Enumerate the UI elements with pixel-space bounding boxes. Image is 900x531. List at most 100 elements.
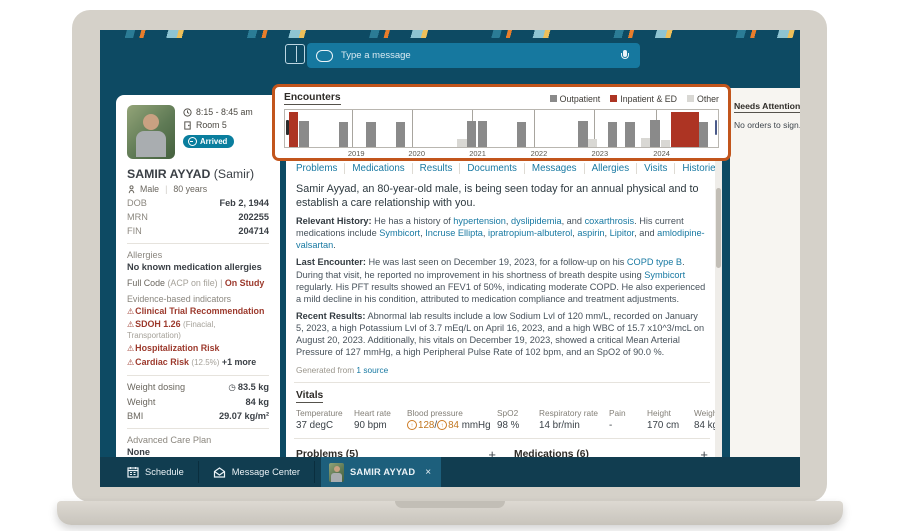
encounter-bar-outpatient[interactable]	[699, 122, 709, 147]
patient-name: SAMIR AYYAD (Samir)	[127, 167, 269, 181]
vital-label: SpO2	[497, 408, 539, 418]
chart-scroll-handle-left[interactable]	[286, 120, 289, 135]
encounters-year-axis: 201920202021202220232024	[284, 149, 719, 159]
app-screen: Type a message 8:15 - 8:45 am Room 5	[100, 30, 800, 487]
encounter-bar-outpatient[interactable]	[517, 122, 527, 147]
microphone-icon[interactable]	[621, 50, 629, 61]
tab-messages[interactable]: Messages	[525, 163, 585, 174]
indicator-text: Clinical Trial Recommendation	[135, 306, 264, 316]
vital-label: Pain	[609, 408, 647, 418]
laptop-base	[57, 501, 843, 525]
evidence-indicator[interactable]: ⚠Cardiac Risk (12.5%) +1 more	[127, 357, 269, 368]
code-status-row: Full Code (ACP on file) | On Study	[127, 278, 269, 288]
patient-age: 80 years	[173, 184, 207, 194]
evidence-indicator[interactable]: ⚠Clinical Trial Recommendation	[127, 306, 269, 317]
encounter-bar-outpatient[interactable]	[366, 122, 376, 147]
encounter-bar-inpatient[interactable]	[671, 112, 698, 147]
inline-link[interactable]: ipratropium-albuterol	[488, 228, 572, 238]
vital-value: 128/84 mmHg	[407, 420, 497, 431]
inline-link[interactable]: dyslipidemia	[511, 216, 562, 226]
indicator-more-link[interactable]: +1 more	[222, 357, 256, 367]
inline-link[interactable]: Lipitor	[610, 228, 635, 238]
envelope-icon	[213, 467, 226, 478]
schedule-button[interactable]: Schedule	[100, 457, 198, 487]
problems-section: Problems (5) + CoxarthrosisThis VisitOng…	[294, 443, 498, 458]
encounter-bar-outpatient[interactable]	[339, 122, 349, 147]
summary-section: Recent Results: Abnormal lab results inc…	[296, 310, 708, 359]
demographic-row: MRN202255	[127, 212, 269, 222]
inline-link[interactable]: Incruse Ellipta	[425, 228, 483, 238]
demographic-label: FIN	[127, 226, 142, 236]
summary-section: Last Encounter: He was last seen on Dece…	[296, 256, 708, 305]
chart-scroll-handle-right[interactable]	[715, 120, 718, 135]
encounter-bar-outpatient[interactable]	[650, 120, 660, 147]
demographic-value: Feb 2, 1944	[219, 198, 269, 208]
needs-attention-title: Needs Attention (0)	[734, 101, 800, 113]
message-input[interactable]: Type a message	[307, 43, 640, 68]
legend-item-inpatient-ed: Inpatient & ED	[610, 94, 677, 104]
evidence-indicator[interactable]: ⚠Hospitalization Risk	[127, 343, 269, 354]
year-label: 2022	[531, 149, 548, 158]
needs-attention-panel: Needs Attention (0) No orders to sign.	[730, 88, 800, 458]
on-study-link[interactable]: On Study	[225, 278, 264, 288]
tab-results[interactable]: Results	[413, 163, 461, 174]
bp-systolic: 128	[418, 420, 434, 431]
legend-swatch	[687, 95, 694, 102]
patient-sex: Male	[140, 184, 159, 194]
high-alert-icon	[407, 420, 417, 430]
scrollbar-thumb[interactable]	[716, 188, 721, 268]
inline-link[interactable]: coxarthrosis	[585, 216, 635, 226]
encounter-bar-outpatient[interactable]	[625, 122, 635, 147]
tab-allergies[interactable]: Allergies	[585, 163, 638, 174]
measurement-label: Weight	[127, 397, 155, 407]
code-status: Full Code	[127, 278, 165, 288]
high-alert-icon	[437, 420, 447, 430]
encounter-bar-outpatient[interactable]	[478, 121, 488, 147]
tab-documents[interactable]: Documents	[460, 163, 525, 174]
close-tab-icon[interactable]: ×	[425, 467, 431, 478]
encounter-bar-outpatient[interactable]	[299, 121, 309, 147]
patient-tab-active[interactable]: SAMIR AYYAD ×	[321, 457, 441, 487]
message-center-button[interactable]: Message Center	[199, 457, 314, 487]
calendar-icon	[127, 466, 139, 478]
vital-height: Height 170 cm	[647, 408, 694, 431]
source-link[interactable]: 1 source	[356, 365, 388, 375]
encounter-bar-outpatient[interactable]	[608, 122, 618, 147]
vital-label: Height	[647, 408, 694, 418]
encounter-bar-other[interactable]	[588, 139, 598, 147]
tab-medications[interactable]: Medications	[345, 163, 412, 174]
encounter-bar-outpatient[interactable]	[396, 122, 406, 147]
tab-visits[interactable]: Visits	[637, 163, 675, 174]
encounter-bar-other[interactable]	[457, 139, 467, 147]
year-gridline	[412, 110, 413, 147]
inline-link[interactable]: COPD type B	[627, 257, 682, 267]
arrived-status-icon	[188, 137, 197, 146]
encounter-bar-outpatient[interactable]	[467, 121, 477, 147]
encounters-title: Encounters	[284, 92, 341, 105]
encounters-chart[interactable]	[284, 109, 719, 148]
room-icon	[183, 121, 192, 130]
encounter-bar-outpatient[interactable]	[578, 121, 588, 147]
vital-value: 90 bpm	[354, 420, 407, 431]
inline-link[interactable]: Symbicort	[379, 228, 420, 238]
legend-item-outpatient: Outpatient	[550, 94, 601, 104]
inline-link[interactable]: hypertension	[453, 216, 506, 226]
indicator-detail: (12.5%)	[191, 358, 219, 367]
section-tabs: ProblemsMedicationsResultsDocumentsMessa…	[294, 163, 710, 174]
inline-link[interactable]: Symbicort	[644, 270, 685, 280]
page: Type a message 8:15 - 8:45 am Room 5	[0, 0, 900, 531]
inline-link[interactable]: aspirin	[577, 228, 604, 238]
vital-temperature: Temperature37 degC	[296, 408, 354, 431]
vital-value: 37 degC	[296, 420, 354, 431]
year-gridline	[352, 110, 353, 147]
tab-problems[interactable]: Problems	[294, 163, 345, 174]
evidence-indicator[interactable]: ⚠SDOH 1.26 (Finacial, Transportation)	[127, 319, 269, 341]
vital-value: 170 cm	[647, 420, 694, 431]
encounter-bar-inpatient[interactable]	[289, 112, 298, 147]
appointment-time: 8:15 - 8:45 am	[196, 107, 253, 117]
vital-pain: Pain-	[609, 408, 647, 431]
measurements: Weight dosing83.5 kgWeight84 kgBMI29.07 …	[127, 382, 269, 421]
sidebar-toggle-icon[interactable]	[285, 44, 305, 64]
vitals-title: Vitals	[296, 390, 323, 403]
encounter-bar-other[interactable]	[661, 140, 671, 147]
